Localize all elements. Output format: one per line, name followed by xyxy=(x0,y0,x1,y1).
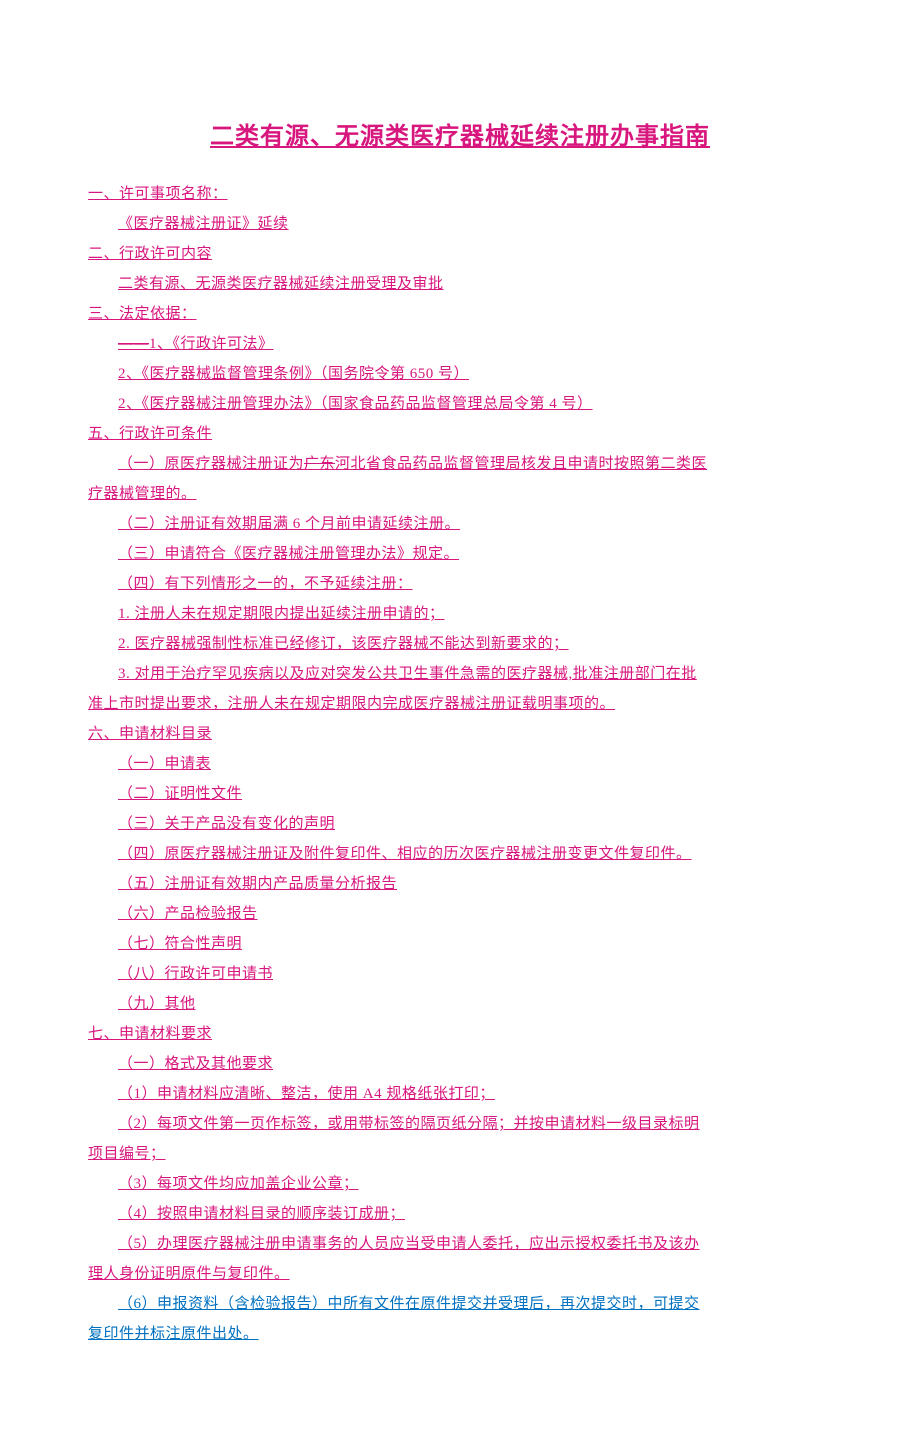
blue-text: 复印件并标注原件出处。 xyxy=(88,1326,259,1342)
section-5-item-4: （四）有下列情形之一的，不予延续注册： xyxy=(88,569,832,599)
section-6-item: （二）证明性文件 xyxy=(88,779,832,809)
section-7-item-6b: 复印件并标注原件出处。 xyxy=(88,1319,832,1349)
section-5-item-1a: （一）原医疗器械注册证为广东河北省食品药品监督管理局核发且申请时按照第二类医 xyxy=(88,449,832,479)
section-7-item-6a: （6）申报资料（含检验报告）中所有文件在原件提交并受理后，再次提交时，可提交 xyxy=(88,1289,832,1319)
document-page: 二类有源、无源类医疗器械延续注册办事指南 一、许可事项名称： 《医疗器械注册证》… xyxy=(0,0,920,1429)
section-6-item: （一）申请表 xyxy=(88,749,832,779)
section-3-item-1: ——1、《行政许可法》 xyxy=(88,329,832,359)
section-7-item-5a: （5）办理医疗器械注册申请事务的人员应当受申请人委托，应出示授权委托书及该办 xyxy=(88,1229,832,1259)
section-6-heading: 六、申请材料目录 xyxy=(88,719,832,749)
section-5-item-2: （二）注册证有效期届满 6 个月前申请延续注册。 xyxy=(88,509,832,539)
section-6-item: （五）注册证有效期内产品质量分析报告 xyxy=(88,869,832,899)
section-2-content: 二类有源、无源类医疗器械延续注册受理及审批 xyxy=(88,269,832,299)
section-7-sub-heading: （一）格式及其他要求 xyxy=(88,1049,832,1079)
section-5-sub-3a: 3. 对用于治疗罕见疾病以及应对突发公共卫生事件急需的医疗器械,批准注册部门在批 xyxy=(88,659,832,689)
blue-text: （6）申报资料（含检验报告）中所有文件在原件提交并受理后，再次提交时，可提交 xyxy=(118,1296,700,1312)
section-7-item-2a: （2）每项文件第一页作标签，或用带标签的隔页纸分隔；并按申请材料一级目录标明 xyxy=(88,1109,832,1139)
section-1-content: 《医疗器械注册证》延续 xyxy=(88,209,832,239)
section-5-heading: 五、行政许可条件 xyxy=(88,419,832,449)
section-6-item: （八）行政许可申请书 xyxy=(88,959,832,989)
section-7-item-3: （3）每项文件均应加盖企业公章； xyxy=(88,1169,832,1199)
text-part: 河北省食品药品监督管理局核发且申请时按照第二类医 xyxy=(335,456,707,472)
section-7-heading: 七、申请材料要求 xyxy=(88,1019,832,1049)
section-2-heading: 二、行政许可内容 xyxy=(88,239,832,269)
section-3-item-3: 2、《医疗器械注册管理办法》（国家食品药品监督管理总局令第 4 号） xyxy=(88,389,832,419)
struck-text: 广东 xyxy=(304,456,335,472)
section-5-item-1b: 疗器械管理的。 xyxy=(88,479,832,509)
section-7-item-4: （4）按照申请材料目录的顺序装订成册； xyxy=(88,1199,832,1229)
section-6-item: （四）原医疗器械注册证及附件复印件、相应的历次医疗器械注册变更文件复印件。 xyxy=(88,839,832,869)
section-6-item: （九）其他 xyxy=(88,989,832,1019)
section-5-sub-1: 1. 注册人未在规定期限内提出延续注册申请的； xyxy=(88,599,832,629)
struck-prefix: —— xyxy=(118,336,149,352)
section-3-heading: 三、法定依据： xyxy=(88,299,832,329)
text-part: （一）原医疗器械注册证为 xyxy=(118,456,304,472)
section-7-item-5b: 理人身份证明原件与复印件。 xyxy=(88,1259,832,1289)
section-5-sub-3b: 准上市时提出要求，注册人未在规定期限内完成医疗器械注册证载明事项的。 xyxy=(88,689,832,719)
section-6-item: （六）产品检验报告 xyxy=(88,899,832,929)
document-title: 二类有源、无源类医疗器械延续注册办事指南 xyxy=(88,116,832,151)
item-text: 1、《行政许可法》 xyxy=(149,336,274,352)
section-7-item-1: （1）申请材料应清晰、整洁，使用 A4 规格纸张打印； xyxy=(88,1079,832,1109)
section-6-item: （三）关于产品没有变化的声明 xyxy=(88,809,832,839)
section-1-heading: 一、许可事项名称： xyxy=(88,179,832,209)
section-6-item: （七）符合性声明 xyxy=(88,929,832,959)
section-5-sub-2: 2. 医疗器械强制性标准已经修订，该医疗器械不能达到新要求的； xyxy=(88,629,832,659)
section-5-item-3: （三）申请符合《医疗器械注册管理办法》规定。 xyxy=(88,539,832,569)
section-7-item-2b: 项目编号； xyxy=(88,1139,832,1169)
section-3-item-2: 2、《医疗器械监督管理条例》（国务院令第 650 号） xyxy=(88,359,832,389)
